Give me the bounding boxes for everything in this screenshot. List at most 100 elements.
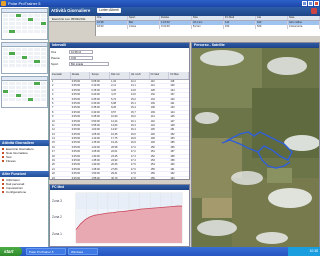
calendar-day[interactable] xyxy=(3,52,9,55)
calendar-day[interactable] xyxy=(3,64,9,67)
calendar-grid[interactable] xyxy=(2,13,47,34)
summary-col-header[interactable]: Note xyxy=(288,16,320,20)
calendar-day[interactable] xyxy=(40,48,46,51)
calendar-day[interactable] xyxy=(9,56,15,59)
calendar-month-1[interactable] xyxy=(1,8,48,40)
section-daily-activities[interactable]: Attività Giornaliere xyxy=(0,140,49,146)
calendar-day[interactable] xyxy=(9,82,15,85)
calendar-day[interactable] xyxy=(15,98,21,101)
user-selector[interactable]: Lorien Alberti xyxy=(97,8,121,13)
calendar-day[interactable] xyxy=(34,26,40,29)
calendar-day[interactable] xyxy=(21,48,28,51)
calendar-day[interactable] xyxy=(34,18,40,21)
nav-item-fitness[interactable]: Fitness xyxy=(1,159,48,163)
calendar-day[interactable] xyxy=(28,22,34,25)
calendar-day[interactable] xyxy=(40,82,46,85)
satellite-map[interactable] xyxy=(192,48,319,247)
calendar-day[interactable] xyxy=(3,82,9,85)
calendar-day[interactable] xyxy=(40,18,46,21)
calendar-day[interactable] xyxy=(40,52,46,55)
calendar-day[interactable] xyxy=(34,22,40,25)
calendar-day[interactable] xyxy=(9,90,15,93)
calendar-day[interactable] xyxy=(28,82,34,85)
heart-rate-chart[interactable]: Zona 3 Zona 2 Zona 1 xyxy=(50,190,189,247)
calendar-day[interactable] xyxy=(9,64,15,67)
interval-col-header[interactable]: FC Max xyxy=(169,72,189,79)
start-button[interactable]: start xyxy=(0,247,22,256)
calendar-day[interactable] xyxy=(9,26,15,29)
calendar-day[interactable] xyxy=(21,22,28,25)
calendar-day[interactable] xyxy=(34,52,40,55)
calendar-day[interactable] xyxy=(34,60,40,63)
calendar-day[interactable] xyxy=(9,18,15,21)
calendar-day[interactable] xyxy=(15,26,21,29)
calendar-day[interactable] xyxy=(21,82,28,85)
calendar-day[interactable] xyxy=(15,94,21,97)
calendar-day[interactable] xyxy=(28,48,34,51)
calendar-day[interactable] xyxy=(34,14,40,17)
calendar-day[interactable] xyxy=(34,48,40,51)
calendar-day[interactable] xyxy=(3,86,9,89)
calendar-day[interactable] xyxy=(9,22,15,25)
calendar-day[interactable] xyxy=(9,86,15,89)
calendar-day[interactable] xyxy=(40,22,46,25)
calendar-day[interactable] xyxy=(28,86,34,89)
calendar-day[interactable] xyxy=(15,90,21,93)
interval-col-header[interactable]: FC Med xyxy=(150,72,170,79)
calendar-day[interactable] xyxy=(9,14,15,17)
calendar-day[interactable] xyxy=(9,94,15,97)
calendar-day[interactable] xyxy=(34,90,40,93)
calendar-day[interactable] xyxy=(9,48,15,51)
pause-field[interactable]: 0:00 xyxy=(69,55,93,60)
calendar-day[interactable] xyxy=(21,52,28,55)
interval-col-header[interactable]: Intervallo xyxy=(51,72,71,79)
calendar-day[interactable] xyxy=(3,26,9,29)
calendar-day[interactable] xyxy=(21,60,28,63)
calendar-month-2[interactable] xyxy=(1,42,48,74)
calendar-day[interactable] xyxy=(3,60,9,63)
calendar-day[interactable] xyxy=(40,64,46,67)
calendar-day[interactable] xyxy=(34,86,40,89)
calendar-day[interactable] xyxy=(21,94,28,97)
calendar-day[interactable] xyxy=(28,52,34,55)
calendar-day[interactable] xyxy=(21,26,28,29)
calendar-grid[interactable] xyxy=(2,47,47,68)
interval-col-header[interactable]: Durata xyxy=(71,72,91,79)
interval-row[interactable]: 23 0:05:00 1:55:00 30,79 17,8 156 163 xyxy=(51,177,189,179)
sport-field[interactable]: Bici strada xyxy=(69,61,109,66)
calendar-grid[interactable] xyxy=(2,81,47,102)
calendar-day[interactable] xyxy=(15,18,21,21)
calendar-day[interactable] xyxy=(3,94,9,97)
taskbar-item-windows[interactable]: Windows xyxy=(68,248,98,255)
calendar-day[interactable] xyxy=(40,14,46,17)
time-field[interactable]: 10:38:12 xyxy=(69,49,93,54)
interval-col-header[interactable]: Tempo xyxy=(90,72,111,79)
interval-col-header[interactable]: Vel. km/h xyxy=(130,72,150,79)
maximize-button[interactable] xyxy=(308,1,313,6)
calendar-day[interactable] xyxy=(40,60,46,63)
calendar-day[interactable] xyxy=(28,98,34,101)
calendar-day[interactable] xyxy=(3,30,9,33)
calendar-day[interactable] xyxy=(21,90,28,93)
calendar-day[interactable] xyxy=(34,56,40,59)
calendar-day[interactable] xyxy=(9,52,15,55)
calendar-day[interactable] xyxy=(3,98,9,101)
calendar-day[interactable] xyxy=(3,56,9,59)
calendar-day[interactable] xyxy=(28,64,34,67)
summary-row[interactable]: 18:20 Corsa 0:41:00 8,2 km 152 520 Corsa lenta xyxy=(96,25,320,29)
calendar-day[interactable] xyxy=(3,14,9,17)
header-close-icon[interactable] xyxy=(311,8,317,14)
calendar-day[interactable] xyxy=(28,26,34,29)
calendar-day[interactable] xyxy=(28,94,34,97)
calendar-day[interactable] xyxy=(40,86,46,89)
calendar-day[interactable] xyxy=(15,64,21,67)
calendar-day[interactable] xyxy=(15,86,21,89)
calendar-day[interactable] xyxy=(15,52,21,55)
calendar-day[interactable] xyxy=(21,14,28,17)
calendar-day[interactable] xyxy=(21,86,28,89)
summary-col-header[interactable]: Dist. xyxy=(192,16,224,20)
calendar-day[interactable] xyxy=(15,30,21,33)
calendar-day[interactable] xyxy=(40,98,46,101)
calendar-day[interactable] xyxy=(15,22,21,25)
summary-col-header[interactable]: Sport xyxy=(128,16,160,20)
